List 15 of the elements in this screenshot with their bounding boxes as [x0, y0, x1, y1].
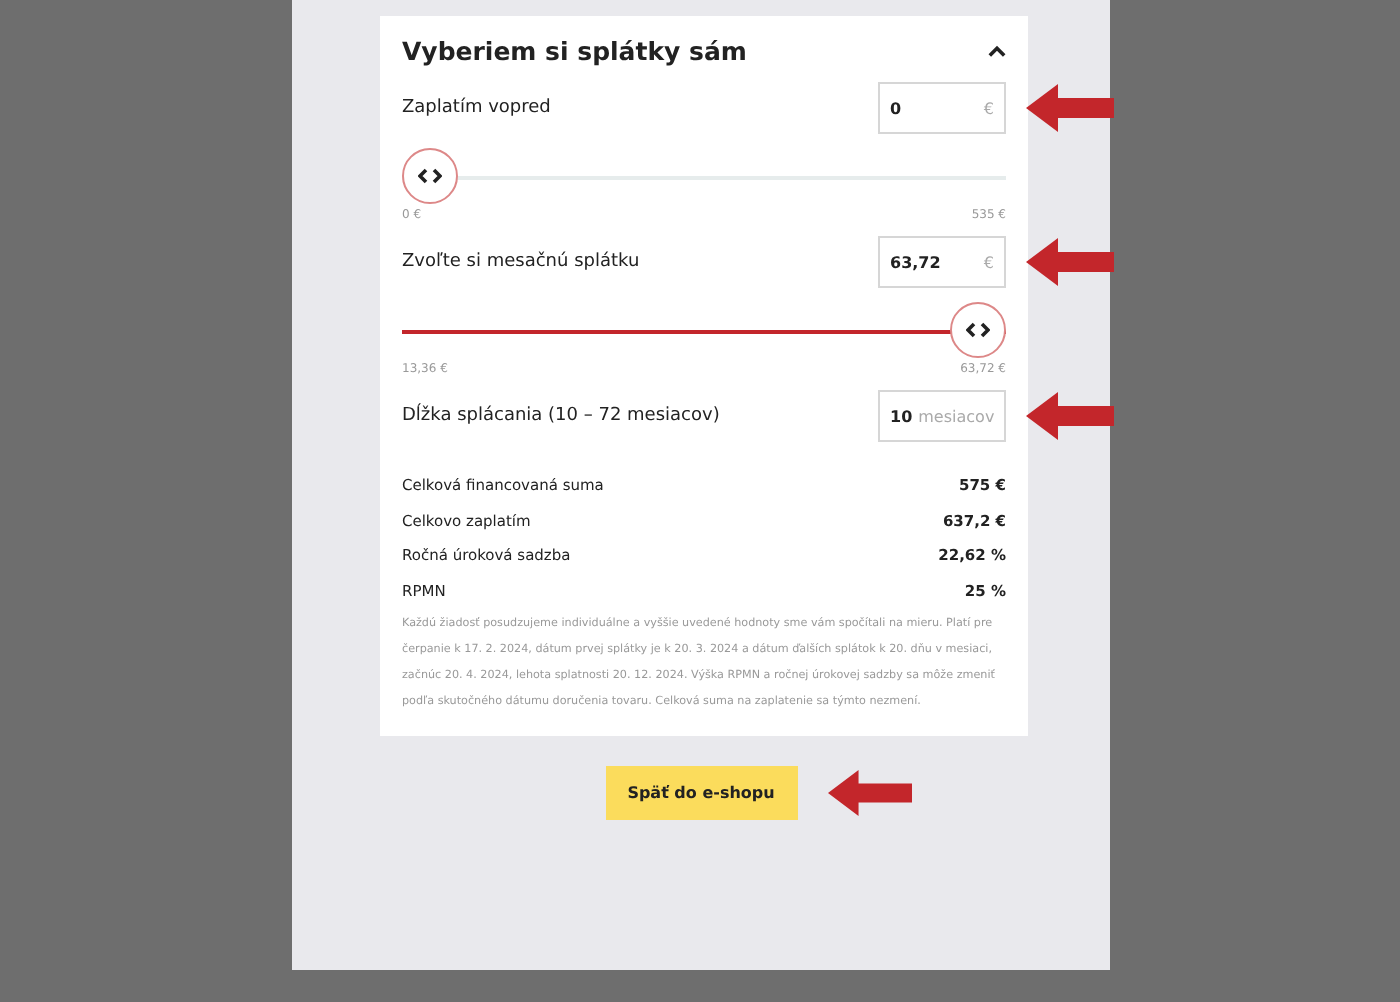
input-field[interactable]: 10 mesiacov — [878, 390, 1006, 442]
arrow-icon — [1026, 392, 1114, 440]
input-field[interactable]: 63,72 € — [878, 236, 1006, 288]
slider-handle[interactable] — [950, 302, 1006, 358]
field-label: Zaplatím vopred — [402, 98, 551, 118]
back-to-shop-button[interactable]: Späť do e-shopu — [605, 766, 797, 820]
arrow-icon — [1026, 238, 1114, 286]
field-label: Zvoľte si mesačnú splátku — [402, 252, 640, 272]
section-title: Vyberiem si splátky sám — [402, 35, 747, 65]
slider-handle[interactable] — [402, 148, 458, 204]
input-field[interactable]: 0 € — [878, 82, 1006, 134]
field-label: Dĺžka splácania (10 – 72 mesiacov) — [402, 406, 720, 426]
arrow-icon — [1026, 84, 1114, 132]
chevron-icon[interactable] — [988, 43, 1006, 57]
arrow-icon — [828, 770, 912, 816]
